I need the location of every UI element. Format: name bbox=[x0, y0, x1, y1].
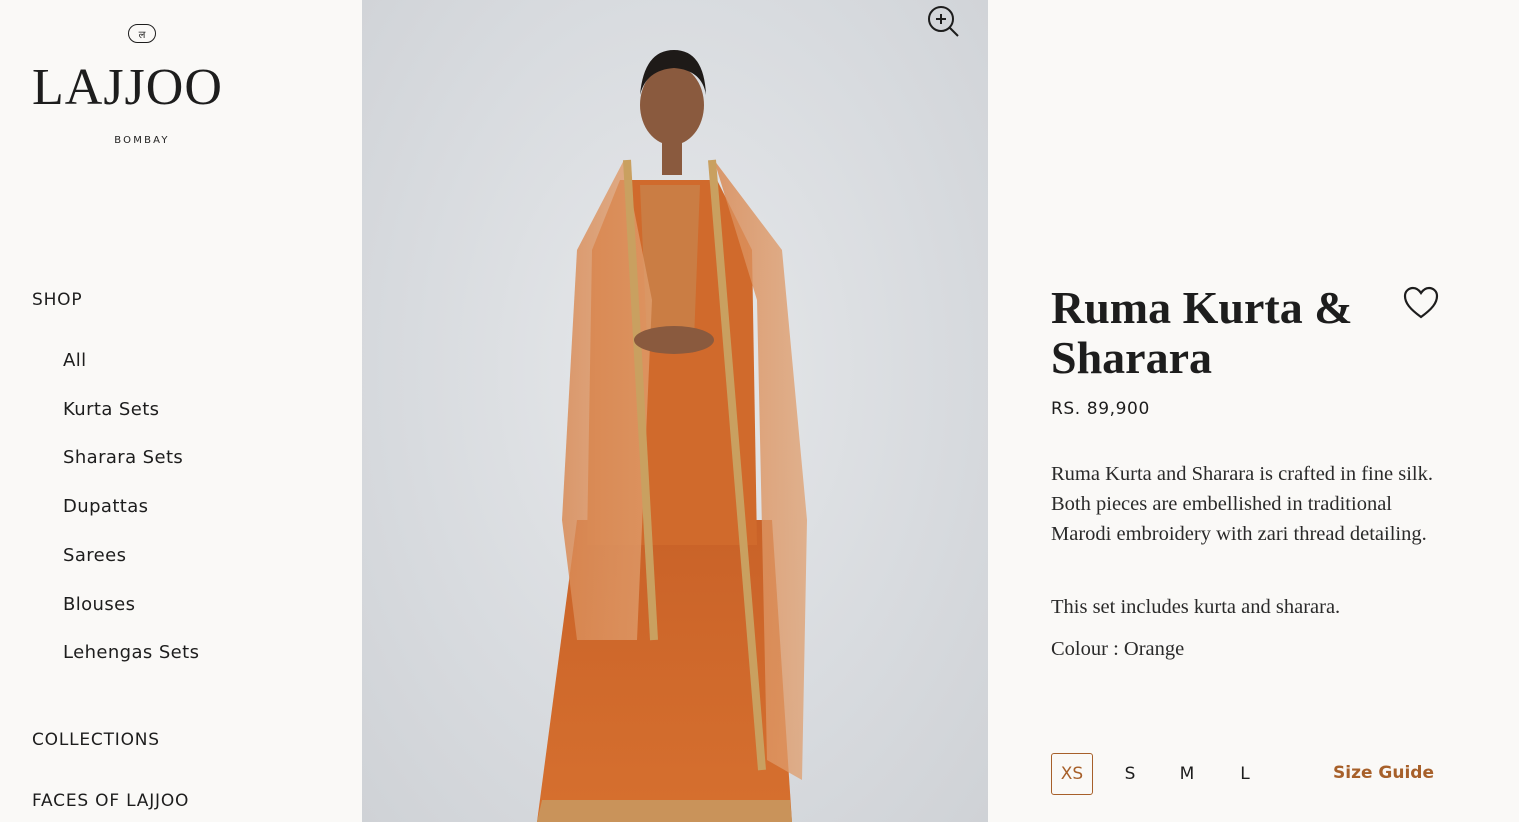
nav-item-kurta-sets[interactable]: Kurta Sets bbox=[63, 399, 159, 420]
size-option-l[interactable]: L bbox=[1232, 753, 1258, 795]
zoom-in-button[interactable] bbox=[926, 4, 960, 38]
brand-mark-logo[interactable]: ल bbox=[128, 24, 156, 43]
zoom-in-icon bbox=[928, 6, 959, 37]
size-option-s[interactable]: S bbox=[1116, 753, 1144, 795]
nav-collections[interactable]: COLLECTIONS bbox=[32, 730, 160, 750]
brand-mark-text: ल bbox=[138, 29, 146, 41]
product-colour: Colour : Orange bbox=[1051, 634, 1441, 664]
colour-label: Colour : bbox=[1051, 638, 1124, 660]
heart-icon bbox=[1403, 286, 1439, 319]
brand-subtitle: BOMBAY bbox=[114, 135, 170, 146]
nav-item-sharara-sets[interactable]: Sharara Sets bbox=[63, 447, 183, 468]
nav-item-blouses[interactable]: Blouses bbox=[63, 594, 135, 615]
nav-faces-of-lajjoo[interactable]: FACES OF LAJJOO bbox=[32, 791, 189, 811]
product-price: RS. 89,900 bbox=[1051, 399, 1150, 419]
nav-shop[interactable]: SHOP bbox=[32, 290, 82, 310]
nav-item-all[interactable]: All bbox=[63, 350, 87, 371]
nav-item-dupattas[interactable]: Dupattas bbox=[63, 496, 148, 517]
wishlist-button[interactable] bbox=[1402, 285, 1440, 321]
size-guide-link[interactable]: Size Guide bbox=[1333, 763, 1434, 783]
size-option-m[interactable]: M bbox=[1172, 753, 1202, 795]
nav-item-sarees[interactable]: Sarees bbox=[63, 545, 126, 566]
sidebar: ल LAJJOO BOMBAY SHOP All Kurta Sets Shar… bbox=[0, 0, 362, 822]
model-illustration bbox=[537, 50, 807, 822]
colour-value: Orange bbox=[1123, 638, 1185, 660]
nav-item-lehengas-sets[interactable]: Lehengas Sets bbox=[63, 642, 199, 663]
product-title: Ruma Kurta & Sharara bbox=[1051, 282, 1353, 383]
product-description: Ruma Kurta and Sharara is crafted in fin… bbox=[1051, 463, 1433, 545]
product-image[interactable] bbox=[362, 0, 988, 822]
product-includes: This set includes kurta and sharara. bbox=[1051, 596, 1341, 618]
brand-logo[interactable]: LAJJOO bbox=[32, 58, 252, 118]
size-option-xs[interactable]: XS bbox=[1051, 753, 1093, 795]
